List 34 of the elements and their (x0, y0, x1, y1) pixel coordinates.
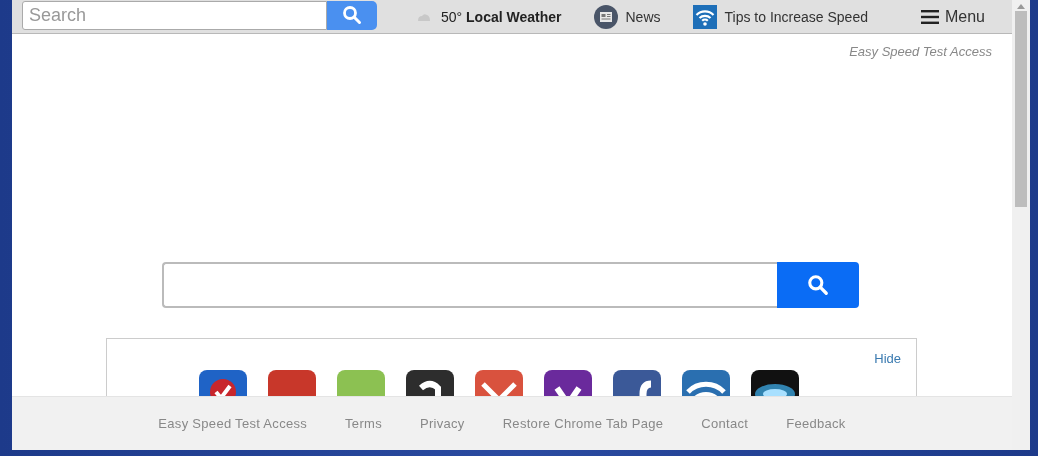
toolbar-link[interactable]: News (625, 8, 661, 25)
weather-link[interactable]: 50° Local Weather (441, 8, 562, 25)
app-tile-icon[interactable] (337, 370, 385, 396)
app-tile-icon[interactable] (406, 370, 454, 396)
footer-link[interactable]: Contact (682, 416, 768, 431)
newspaper-icon (593, 4, 618, 29)
footer-link[interactable]: Easy Speed Test Access (139, 416, 327, 431)
cloud-icon (417, 12, 431, 21)
footer-link[interactable]: Privacy (400, 416, 484, 431)
search-icon (342, 5, 362, 25)
menu-button[interactable]: Menu (920, 7, 985, 26)
footer-link[interactable]: Terms (326, 416, 401, 431)
scroll-thumb[interactable] (1015, 11, 1027, 207)
menu-icon (920, 9, 939, 24)
search-button[interactable] (327, 0, 377, 30)
footer-link[interactable]: Feedback (767, 416, 865, 431)
brand-label: Easy Speed Test Access (849, 44, 992, 59)
app-tile-icon[interactable] (613, 370, 661, 396)
search-button[interactable] (777, 262, 859, 308)
app-tile-icon[interactable] (475, 370, 523, 396)
toolbar-link[interactable]: Tips to Increase Speed (724, 8, 868, 25)
app-tile-icon[interactable] (751, 370, 799, 396)
scrollbar[interactable] (1012, 0, 1030, 450)
search-field[interactable] (162, 262, 777, 308)
scroll-up-icon[interactable] (1017, 4, 1025, 9)
wifi-icon (692, 4, 717, 29)
search-field[interactable]: Search (22, 0, 327, 30)
app-tile-icon[interactable] (544, 370, 592, 396)
hide-link[interactable]: Hide (874, 351, 901, 366)
app-tile-icon[interactable] (199, 370, 247, 396)
app-tile-icon[interactable] (682, 370, 730, 396)
app-tile-icon[interactable] (268, 370, 316, 396)
search-icon (807, 274, 829, 296)
footer-link[interactable]: Restore Chrome Tab Page (483, 416, 683, 431)
